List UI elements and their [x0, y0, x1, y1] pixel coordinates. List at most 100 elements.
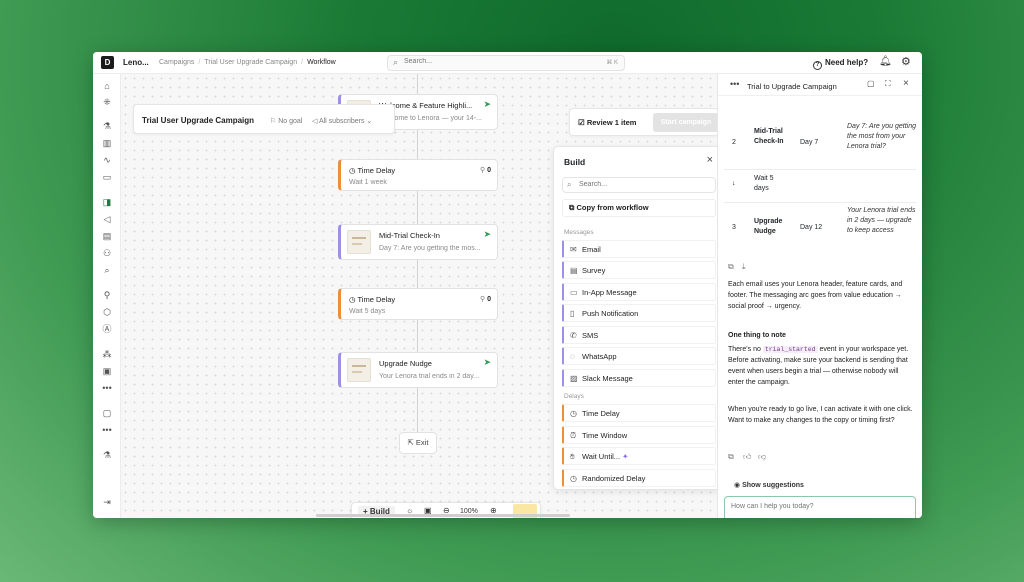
copy-icon[interactable]: ⧉	[728, 452, 734, 462]
build-item-in-app[interactable]: ▭ In-App Message	[562, 283, 716, 301]
search-rail-icon[interactable]: ⌕	[100, 264, 114, 276]
node-subtitle: Your Lenora trial ends in 2 day...	[379, 373, 480, 380]
build-item-email[interactable]: ✉ Email	[562, 240, 716, 258]
global-search[interactable]: ⌕ ⌘ K	[387, 55, 625, 71]
settings-gear-icon[interactable]: ⚙	[901, 55, 911, 68]
workflow-node-upgrade-email[interactable]: Upgrade Nudge Your Lenora trial ends in …	[338, 352, 498, 388]
node-title: ◷ Time Delay	[349, 166, 396, 175]
build-item-survey[interactable]: ▤ Survey	[562, 261, 716, 279]
people-icon[interactable]: ⚲	[100, 289, 114, 301]
contact-card-icon[interactable]: ▢	[100, 407, 114, 419]
breadcrumb-campaign[interactable]: Trial User Upgrade Campaign	[204, 59, 297, 66]
exit-icon: ⇱	[407, 438, 416, 447]
email-thumbnail	[347, 358, 371, 382]
notifications-bell-icon[interactable]: 🔔︎	[879, 56, 892, 67]
inbox-icon[interactable]: ▭	[100, 171, 114, 183]
download-icon[interactable]: ⤓	[742, 262, 746, 272]
more-options-icon[interactable]: •••	[730, 79, 739, 89]
top-bar: D Leno... Campaigns / Trial User Upgrade C…	[93, 52, 922, 74]
integrations-icon[interactable]: ⁜	[100, 96, 114, 108]
hand-icon: ✋︎	[570, 452, 575, 461]
app-window: D Leno... Campaigns / Trial User Upgrade C…	[93, 52, 922, 518]
build-item-randomized-delay[interactable]: ◷ Randomized Delay	[562, 469, 716, 487]
eye-icon: ◉	[734, 482, 743, 489]
more-icon-2[interactable]: •••	[100, 424, 114, 436]
chat-input-box[interactable]: ⌀ ⚌ ↑	[724, 496, 916, 518]
workflow-canvas[interactable]: Welcome & Feature Highli... Welcome to L…	[121, 74, 738, 518]
thumbs-up-icon[interactable]: 👍︎	[743, 452, 751, 462]
close-icon[interactable]: ×	[903, 78, 909, 89]
build-search-input[interactable]	[579, 181, 699, 188]
build-item-wait-until[interactable]: ✋︎ Wait Until... ✦	[562, 447, 716, 465]
copy-icon[interactable]: ⧉	[728, 262, 734, 272]
more-icon[interactable]: •••	[100, 382, 114, 394]
slack-icon: ▨	[570, 374, 578, 383]
segments-icon[interactable]: ⚇	[100, 247, 114, 259]
build-item-whatsapp[interactable]: ◌ WhatsApp	[562, 347, 716, 365]
build-item-time-window[interactable]: ⏰︎ Time Window	[562, 426, 716, 444]
build-item-time-delay[interactable]: ◷ Time Delay	[562, 404, 716, 422]
history-icon[interactable]: ▢	[867, 79, 875, 88]
workflow-node-mid-trial-email[interactable]: Mid-Trial Check-In Day 7: Are you gettin…	[338, 224, 498, 260]
goal-label: No goal	[278, 118, 303, 125]
timer-icon: ◷	[570, 409, 577, 418]
campaign-header-card: Trial User Upgrade Campaign ⚐ No goal ◁ …	[133, 104, 395, 134]
broadcast-icon[interactable]: ◁	[100, 213, 114, 225]
show-suggestions-button[interactable]: ◉ Show suggestions	[734, 481, 804, 489]
goal-selector[interactable]: ⚐ No goal	[270, 117, 302, 125]
lab-icon[interactable]: ⚗	[100, 120, 114, 132]
home-icon[interactable]: ⌂	[100, 80, 114, 92]
table-cell-num: ↓	[732, 180, 736, 187]
sms-icon: ✆	[570, 331, 577, 340]
flask-icon[interactable]: ⚗	[100, 449, 114, 461]
media-icon[interactable]: ▣	[100, 365, 114, 377]
build-item-push[interactable]: ▯ Push Notification	[562, 304, 716, 322]
copy-from-workflow-button[interactable]: ⧉ Copy from workflow	[562, 199, 716, 217]
breadcrumb-separator: /	[198, 59, 201, 66]
node-subtitle: Wait 1 week	[349, 179, 387, 186]
build-panel: Build × ⌕ ⧉ Copy from workflow Messages …	[553, 146, 724, 490]
workspace-name[interactable]: Leno...	[123, 58, 149, 67]
templates-icon[interactable]: ▤	[100, 230, 114, 242]
horizontal-scrollbar[interactable]	[316, 514, 570, 517]
table-cell-name: Mid-Trial Check-In	[754, 128, 784, 145]
expand-icon[interactable]: ⛶	[885, 79, 891, 89]
build-search[interactable]: ⌕	[562, 177, 716, 193]
workflow-node-delay-1[interactable]: ◷ Time Delay Wait 1 week ⚲ 0	[338, 159, 498, 191]
table-cell-desc: Your Lenora trial ends in 2 days — upgra…	[847, 207, 916, 234]
random-clock-icon: ◷	[570, 474, 577, 483]
build-item-sms[interactable]: ✆ SMS	[562, 326, 716, 344]
apps-icon[interactable]: ⁂	[100, 348, 114, 360]
node-subtitle: Wait 5 days	[349, 308, 386, 315]
review-button[interactable]: ☑ Review 1 item	[578, 118, 636, 127]
help-button[interactable]: ? Need help?	[813, 58, 868, 70]
objects-icon[interactable]: ⬡	[100, 306, 114, 318]
build-item-slack[interactable]: ▨ Slack Message	[562, 369, 716, 387]
workflow-node-delay-2[interactable]: ◷ Time Delay Wait 5 days ⚲ 0	[338, 288, 498, 320]
chat-input[interactable]	[731, 503, 901, 510]
campaigns-icon[interactable]: ◨	[100, 196, 114, 208]
section-label-delays: Delays	[564, 393, 584, 400]
audience-selector[interactable]: ◁ All subscribers ⌄	[312, 117, 372, 125]
in-app-icon: ▭	[570, 288, 578, 297]
workflow-exit-node[interactable]: ⇱ Exit	[399, 432, 437, 454]
analytics-icon[interactable]: ▥	[100, 137, 114, 149]
collapse-rail-icon[interactable]: ⇥	[100, 496, 114, 508]
survey-icon: ▤	[570, 266, 578, 275]
assistant-message: Each email uses your Lenora header, feat…	[728, 281, 903, 310]
global-search-input[interactable]	[404, 58, 584, 65]
node-title: Upgrade Nudge	[379, 359, 432, 368]
app-logo[interactable]: D	[101, 56, 114, 69]
activity-icon[interactable]: ∿	[100, 154, 114, 166]
thumbs-down-icon[interactable]: 👎︎	[758, 452, 766, 462]
search-icon: ⌕	[393, 57, 399, 67]
build-panel-title: Build	[564, 157, 586, 167]
chevron-down-icon: ⌄	[364, 118, 373, 125]
close-icon[interactable]: ×	[707, 154, 713, 166]
accounts-icon[interactable]: Ⓐ	[100, 323, 114, 335]
node-subtitle: Welcome to Lenora — your 14-...	[379, 115, 482, 122]
start-campaign-button[interactable]: Start campaign	[653, 113, 719, 132]
node-count: ⚲ 0	[480, 296, 491, 303]
breadcrumb-campaigns[interactable]: Campaigns	[159, 59, 194, 66]
node-count: ⚲ 0	[480, 167, 491, 174]
